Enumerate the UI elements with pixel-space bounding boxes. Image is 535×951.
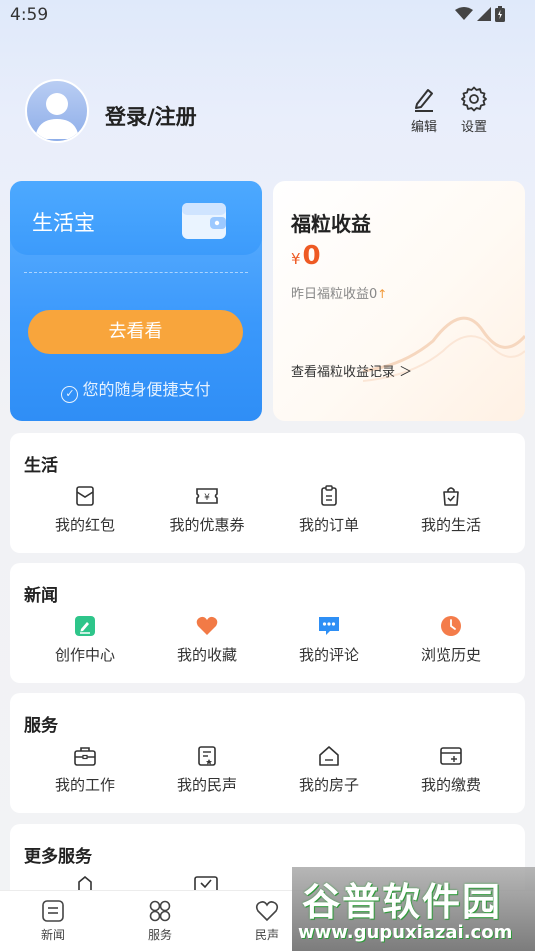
grid-item-label: 我的收藏	[176, 646, 237, 664]
briefcase-icon	[74, 747, 96, 766]
grid-item-label: 我的生活	[420, 516, 481, 534]
grid-item-label: 我的评论	[298, 646, 359, 664]
grid-item-coupon[interactable]: ¥ 我的优惠券	[146, 485, 268, 535]
service-grid: 我的工作 我的民声 我的房子 我的缴费	[10, 745, 525, 795]
status-time: 4:59	[10, 5, 49, 25]
grid-item-order[interactable]: 我的订单	[268, 485, 390, 535]
points-record-link[interactable]: 查看福粒收益记录 ＞	[291, 361, 412, 380]
tab-news[interactable]: 新闻	[23, 899, 83, 943]
checkbox-icon[interactable]	[194, 876, 218, 890]
edit-square-icon	[75, 616, 95, 636]
watermark-title: 谷普软件园	[302, 880, 503, 924]
grid-item-red-packet[interactable]: 我的红包	[24, 485, 146, 535]
comment-icon	[319, 617, 339, 635]
grid-item-label: 我的红包	[54, 516, 115, 534]
grid-item-history[interactable]: 浏览历史	[390, 615, 512, 665]
battery-icon	[495, 6, 505, 22]
news-grid: 创作中心 我的收藏 我的评论 浏览历史	[10, 615, 525, 665]
grid-item-my-voice[interactable]: 我的民声	[146, 745, 268, 795]
pencil-icon	[415, 89, 433, 112]
shopping-bag-icon	[443, 487, 459, 506]
life-grid: 我的红包 ¥ 我的优惠券 我的订单 我的生活	[10, 485, 525, 535]
document-icon	[198, 746, 216, 766]
edit-button[interactable]: 编辑	[404, 86, 444, 135]
house-icon	[319, 746, 339, 766]
grid-item-creation-center[interactable]: 创作中心	[24, 615, 146, 665]
tab-services[interactable]: 服务	[130, 899, 190, 943]
grid-item-comments[interactable]: 我的评论	[268, 615, 390, 665]
tab-label: 民声	[254, 928, 279, 942]
gear-icon	[461, 86, 487, 112]
grid-item-my-life[interactable]: 我的生活	[390, 485, 512, 535]
wallet-subtitle-text: 您的随身便捷支付	[82, 380, 211, 399]
heart-outline-icon	[255, 901, 279, 922]
settings-label: 设置	[460, 120, 487, 135]
points-yesterday: 昨日福粒收益0↑	[291, 283, 387, 302]
service-section: 服务 我的工作 我的民声 我的房子 我的缴费	[10, 693, 525, 813]
wallet-divider	[24, 272, 248, 273]
wallet-card[interactable]: 生活宝 去看看 ✓ 您的随身便捷支付	[10, 181, 262, 421]
points-card[interactable]: 福粒收益 ¥0 昨日福粒收益0↑ 查看福粒收益记录 ＞	[273, 181, 525, 421]
svg-text:¥: ¥	[204, 493, 210, 503]
grid-item-label: 我的工作	[54, 776, 115, 794]
heart-icon	[196, 616, 218, 635]
grid-item-label: 我的房子	[298, 776, 359, 794]
section-title: 新闻	[24, 586, 58, 606]
life-section: 生活 我的红包 ¥ 我的优惠券 我的订单 我的生活	[10, 433, 525, 553]
points-yesterday-text: 昨日福粒收益0	[291, 287, 378, 302]
coupon-icon: ¥	[196, 488, 218, 504]
status-bar: 4:59	[0, 0, 535, 32]
points-amount: 0	[302, 241, 321, 271]
settings-button[interactable]: 设置	[454, 86, 494, 135]
section-title: 更多服务	[24, 847, 92, 867]
currency-symbol: ¥	[291, 250, 301, 268]
wallet-icon	[182, 203, 226, 239]
tab-voice[interactable]: 民声	[237, 899, 297, 943]
go-see-button[interactable]: 去看看	[28, 310, 243, 354]
grid-item-label: 浏览历史	[420, 646, 481, 664]
clock-icon	[441, 616, 461, 636]
wallet-subtitle: ✓ 您的随身便捷支付	[10, 376, 262, 403]
watermark: 谷普软件园 www.gupuxiazai.com	[292, 867, 535, 951]
grid-item-label: 我的优惠券	[169, 516, 245, 534]
bill-icon	[440, 747, 462, 765]
wallet-title: 生活宝	[32, 211, 95, 235]
status-icons	[455, 6, 505, 22]
grid-item-label: 创作中心	[54, 646, 115, 664]
services-icon	[149, 900, 171, 922]
wifi-icon	[455, 7, 473, 20]
points-title: 福粒收益	[291, 212, 371, 236]
home-outline-icon[interactable]	[74, 876, 96, 890]
order-icon	[321, 485, 337, 506]
grid-item-my-bills[interactable]: 我的缴费	[390, 745, 512, 795]
trend-up-icon: ↑	[377, 287, 388, 301]
edit-label: 编辑	[410, 120, 437, 135]
grid-item-label: 我的订单	[298, 516, 359, 534]
signal-icon	[477, 7, 491, 21]
section-title: 生活	[24, 456, 58, 476]
red-packet-icon	[76, 486, 94, 506]
login-register-link[interactable]: 登录/注册	[105, 101, 197, 131]
avatar[interactable]	[25, 79, 89, 143]
grid-item-favorites[interactable]: 我的收藏	[146, 615, 268, 665]
news-icon	[42, 900, 64, 922]
watermark-url: www.gupuxiazai.com	[298, 922, 513, 943]
tab-label: 新闻	[40, 928, 65, 942]
grid-item-label: 我的缴费	[420, 776, 481, 794]
grid-item-my-work[interactable]: 我的工作	[24, 745, 146, 795]
grid-item-label: 我的民声	[176, 776, 237, 794]
check-circle-icon: ✓	[61, 386, 79, 403]
news-section: 新闻 创作中心 我的收藏 我的评论 浏览历史	[10, 563, 525, 683]
section-title: 服务	[24, 716, 58, 736]
points-value: ¥0	[291, 241, 321, 271]
tab-label: 服务	[147, 928, 172, 942]
user-avatar-icon	[35, 93, 79, 139]
grid-item-my-house[interactable]: 我的房子	[268, 745, 390, 795]
